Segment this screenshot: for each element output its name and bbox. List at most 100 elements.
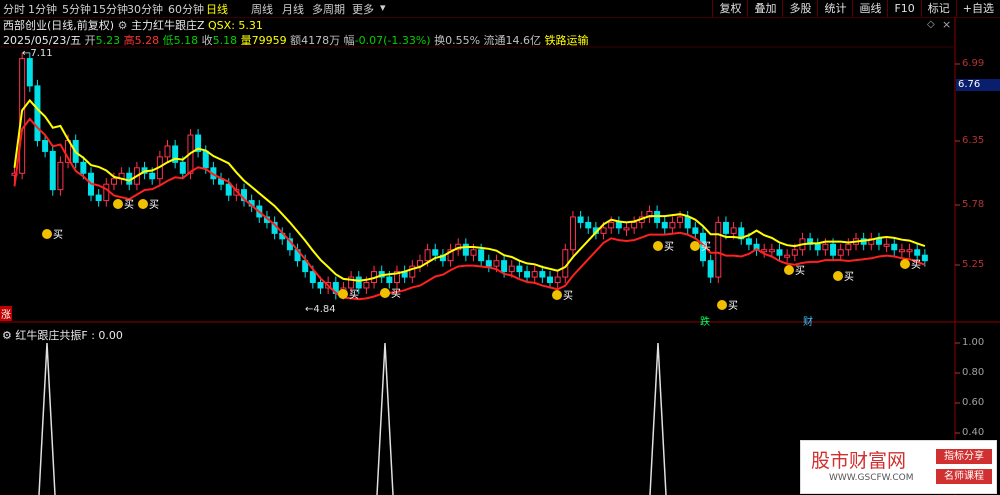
low-price-marker: ←4.84: [305, 304, 336, 315]
watermark-tag: 指标分享: [936, 449, 992, 464]
candle-body: [80, 161, 87, 174]
settings-gear-icon[interactable]: ⚙: [2, 329, 12, 342]
buy-label: 买: [391, 288, 401, 300]
candle-body: [462, 243, 469, 256]
indicator-title[interactable]: ⚙ 红牛跟庄共振F : 0.00: [2, 327, 123, 343]
candle-body: [317, 282, 324, 289]
watermark-logo-text: 股市财富网: [811, 450, 907, 472]
candle-body: [722, 221, 729, 234]
candle-body: [898, 249, 905, 253]
buy-marker-icon: [690, 241, 700, 251]
candle-body: [707, 260, 714, 278]
candle-body: [914, 249, 921, 256]
candle-body: [715, 221, 722, 278]
candle-body: [776, 249, 783, 256]
candle-body: [883, 243, 890, 247]
indicator-axis-label: 0.40: [962, 427, 985, 438]
candle-body: [585, 221, 592, 229]
candle-body: [355, 276, 362, 289]
candle-body: [768, 249, 775, 253]
candle-body: [569, 216, 576, 251]
die-marker: 跌: [700, 317, 710, 328]
watermark-tag: 名师课程: [936, 469, 992, 484]
candle-body: [906, 249, 913, 253]
indicator-spike: [376, 342, 394, 495]
candle-body: [49, 150, 56, 191]
candle-body: [501, 260, 508, 273]
candle-body: [692, 227, 699, 234]
buy-label: 买: [349, 289, 359, 301]
candle-body: [745, 238, 752, 245]
buy-label: 买: [701, 241, 711, 253]
candle-body: [684, 216, 691, 229]
candle-body: [164, 145, 171, 158]
candle-body: [577, 216, 584, 223]
zhang-marker: 涨: [0, 306, 12, 321]
yellow-ma-line: [13, 98, 926, 282]
candle-body: [608, 221, 615, 229]
candle-body: [547, 276, 553, 284]
buy-label: 买: [53, 229, 63, 241]
candle-body: [386, 276, 393, 284]
candle-body: [202, 150, 209, 169]
buy-label: 买: [664, 241, 674, 253]
buy-marker-icon: [784, 265, 794, 275]
buy-marker-icon: [833, 271, 843, 281]
candle-body: [539, 271, 546, 278]
candle-body: [309, 271, 316, 284]
candle-body: [149, 172, 156, 180]
candle-body: [485, 260, 492, 267]
buy-label: 买: [124, 199, 134, 211]
candle-body: [661, 221, 668, 229]
buy-marker-icon: [900, 259, 910, 269]
site-watermark: 股市财富网 WWW.GSCFW.COM 指标分享 名师课程: [800, 440, 997, 494]
candle-body: [524, 271, 531, 278]
candle-body: [478, 249, 485, 262]
cai-marker: 财: [803, 317, 813, 328]
candle-body: [42, 139, 49, 152]
high-price-marker: ←7.11: [22, 48, 53, 59]
candle-body: [493, 260, 500, 267]
buy-marker-icon: [138, 199, 148, 209]
indicator-axis-label: 0.60: [962, 397, 985, 408]
candle-body: [531, 271, 538, 278]
indicator-axis-label: 1.00: [962, 337, 985, 348]
candle-body: [791, 249, 798, 256]
indicator-spike: [649, 342, 667, 495]
candle-body: [470, 249, 477, 256]
buy-label: 买: [728, 300, 738, 312]
buy-label: 买: [149, 199, 159, 211]
candle-body: [814, 243, 821, 251]
candle-body: [508, 265, 515, 273]
candle-body: [761, 249, 768, 253]
candle-body: [26, 58, 33, 87]
kline-chart[interactable]: 买买 买买买买买 买买买买买: [0, 0, 1000, 495]
buy-label: 买: [795, 265, 805, 277]
candle-body: [110, 178, 117, 185]
candle-body: [845, 243, 852, 251]
candle-body: [784, 254, 791, 258]
candle-body: [631, 221, 638, 229]
candle-body: [95, 194, 102, 202]
buy-marker-icon: [338, 289, 348, 299]
buy-marker-icon: [552, 290, 562, 300]
buy-label: 买: [563, 290, 573, 302]
indicator-spike: [38, 342, 56, 495]
buy-marker-icon: [113, 199, 123, 209]
candle-body: [921, 254, 928, 262]
buy-label: 买: [911, 259, 921, 271]
candle-body: [669, 221, 676, 229]
candle-body: [677, 216, 684, 223]
buy-marker-icon: [653, 241, 663, 251]
candle-body: [34, 85, 41, 141]
candle-body: [225, 183, 232, 196]
candle-body: [730, 227, 737, 234]
indicator-axis-label: 0.80: [962, 367, 985, 378]
candle-body: [103, 183, 110, 202]
candle-body: [623, 227, 630, 231]
candle-body: [830, 243, 837, 256]
watermark-url: WWW.GSCFW.COM: [829, 473, 914, 483]
candle-body: [424, 249, 431, 262]
buy-marker-icon: [380, 288, 390, 298]
candle-body: [432, 249, 439, 256]
